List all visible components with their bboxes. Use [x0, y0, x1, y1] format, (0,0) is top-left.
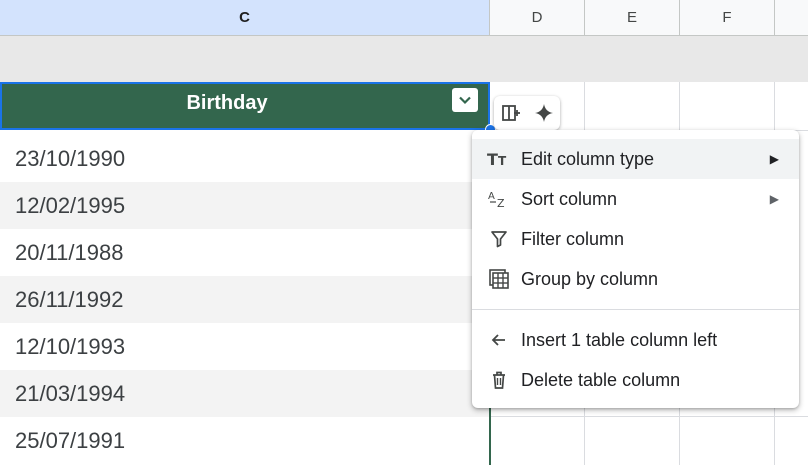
column-header-e[interactable]: E [585, 0, 680, 35]
table-row[interactable]: 23/10/1990 [0, 135, 490, 182]
menu-item-group-by-column[interactable]: Group by column [472, 259, 799, 299]
menu-item-insert-column-left[interactable]: Insert 1 table column left [472, 320, 799, 360]
trash-icon [486, 367, 512, 393]
menu-item-edit-column-type[interactable]: TT Edit column type ▶ [472, 139, 799, 179]
text-type-icon: TT [486, 146, 512, 172]
table-row[interactable]: 26/11/1992 [0, 276, 490, 323]
grid-line [490, 416, 808, 417]
column-header-f[interactable]: F [680, 0, 775, 35]
menu-item-label: Sort column [521, 188, 618, 209]
menu-item-delete-table-column[interactable]: Delete table column [472, 360, 799, 400]
column-header-g[interactable] [775, 0, 808, 35]
arrow-left-icon [486, 327, 512, 353]
table-row[interactable]: 12/10/1993 [0, 323, 490, 370]
sparkle-icon[interactable] [531, 100, 557, 126]
frozen-gap-row [0, 36, 808, 82]
menu-item-label: Filter column [521, 228, 625, 249]
table-row[interactable]: 12/02/1995 [0, 182, 490, 229]
column-layout-icon[interactable] [498, 100, 524, 126]
column-header-d[interactable]: D [490, 0, 585, 35]
menu-item-label: Delete table column [521, 369, 681, 390]
column-context-menu: TT Edit column type ▶ AZ Sort column ▶ F… [472, 130, 799, 408]
table-header-label: Birthday [186, 91, 268, 114]
column-header-row: C D E F [0, 0, 808, 36]
svg-text:T: T [498, 154, 507, 168]
menu-item-filter-column[interactable]: Filter column [472, 219, 799, 259]
menu-item-label: Edit column type [521, 148, 655, 169]
column-header-c[interactable]: C [0, 0, 490, 35]
table-row[interactable]: 20/11/1988 [0, 229, 490, 276]
menu-item-sort-column[interactable]: AZ Sort column ▶ [472, 179, 799, 219]
menu-item-label: Insert 1 table column left [521, 329, 718, 350]
table-row[interactable]: 25/07/1991 [0, 417, 490, 464]
svg-text:T: T [487, 150, 498, 168]
table-header-cell[interactable]: Birthday [0, 82, 490, 130]
table-row[interactable]: 21/03/1994 [0, 370, 490, 417]
filter-icon [486, 226, 512, 252]
submenu-arrow-icon: ▶ [769, 152, 779, 166]
group-icon [486, 266, 512, 292]
svg-text:A: A [488, 191, 495, 202]
menu-divider [472, 309, 799, 310]
chevron-down-icon[interactable] [452, 88, 478, 112]
sort-az-icon: AZ [486, 186, 512, 212]
column-mini-toolbar [494, 96, 560, 130]
menu-item-label: Group by column [521, 268, 659, 289]
submenu-arrow-icon: ▶ [769, 192, 779, 206]
svg-text:Z: Z [497, 197, 505, 209]
